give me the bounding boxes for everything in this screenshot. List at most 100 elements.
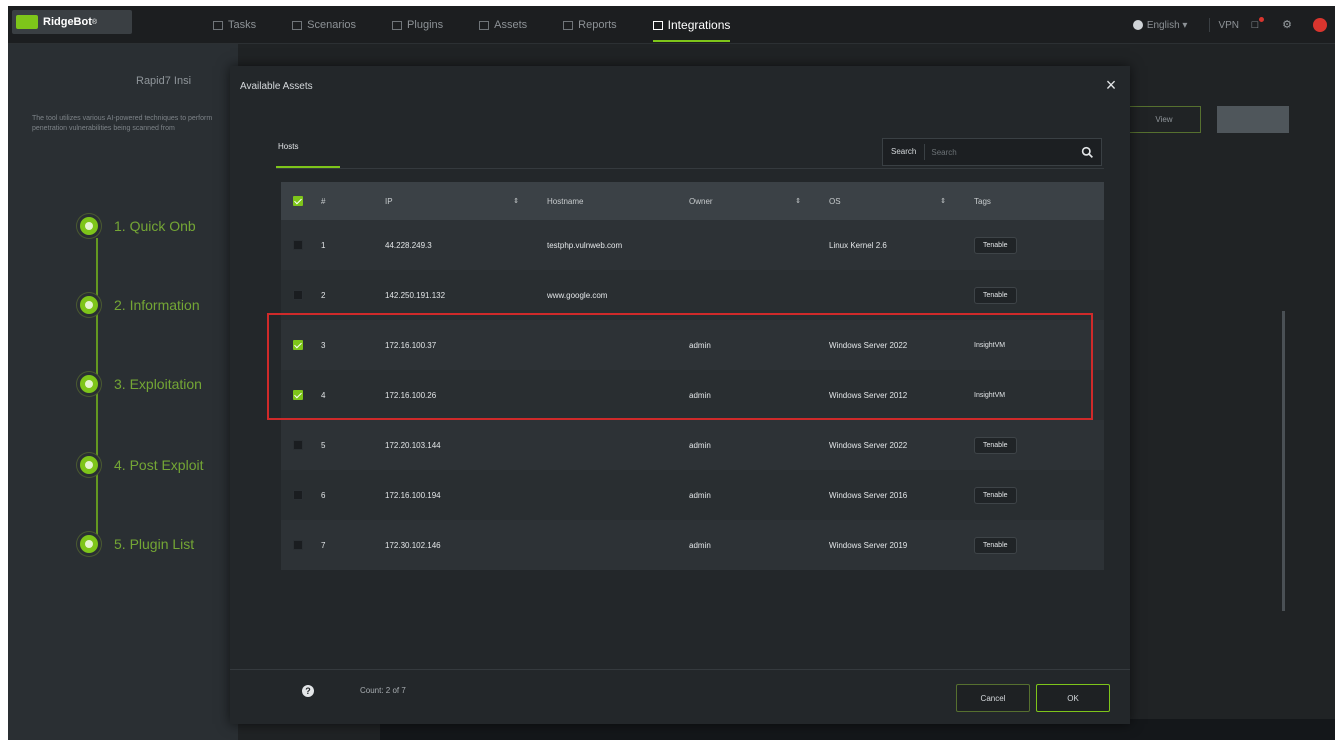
column-header-tags: Tags bbox=[974, 196, 991, 206]
logo-registered-mark: ® bbox=[91, 18, 98, 26]
row-os: Linux Kernel 2.6 bbox=[829, 240, 887, 250]
step-information[interactable]: 2. Information bbox=[80, 296, 240, 314]
scrollbar[interactable] bbox=[1282, 311, 1285, 611]
column-header-ip[interactable]: IP ⇕ bbox=[385, 197, 547, 206]
row-os: Windows Server 2012 bbox=[829, 390, 908, 400]
row-num: 6 bbox=[321, 490, 326, 500]
box-icon bbox=[479, 20, 490, 30]
sort-icon[interactable]: ⇕ bbox=[940, 197, 946, 205]
column-header-owner[interactable]: Owner ⇕ bbox=[689, 197, 829, 206]
table-row[interactable]: 4 172.16.100.26 admin Windows Server 201… bbox=[281, 370, 1104, 420]
table-row[interactable]: 6 172.16.100.194 admin Windows Server 20… bbox=[281, 470, 1104, 520]
close-icon[interactable]: × bbox=[1102, 76, 1120, 94]
plug-icon bbox=[392, 20, 403, 30]
tab-divider bbox=[276, 168, 1104, 169]
row-checkbox[interactable] bbox=[293, 240, 303, 250]
table-row[interactable]: 1 44.228.249.3 testphp.vulnweb.com Linux… bbox=[281, 220, 1104, 270]
row-ip: 142.250.191.132 bbox=[385, 290, 446, 300]
step-quick-onboarding[interactable]: 1. Quick Onb bbox=[80, 217, 240, 235]
available-assets-dialog: Available Assets × Hosts Search # IP ⇕ Ho… bbox=[230, 66, 1130, 724]
ridgebot-logo[interactable]: RidgeBot ® bbox=[12, 10, 132, 34]
row-tags: Tenable bbox=[974, 536, 1104, 554]
row-tags: InsightVM bbox=[974, 338, 1104, 353]
tag-badge: Tenable bbox=[974, 436, 1017, 454]
row-checkbox[interactable] bbox=[293, 490, 303, 500]
nav-tasks-label: Tasks bbox=[228, 19, 257, 31]
avatar[interactable] bbox=[1313, 18, 1327, 32]
bell-icon[interactable]: □ bbox=[1249, 17, 1264, 31]
column-header-os-label: OS bbox=[829, 196, 841, 206]
row-checkbox[interactable] bbox=[293, 390, 303, 400]
divider bbox=[1209, 18, 1211, 32]
row-tags: InsightVM bbox=[974, 388, 1104, 403]
language-selector[interactable]: English ▾ bbox=[1132, 20, 1187, 31]
integrations-icon bbox=[652, 20, 663, 30]
sort-icon[interactable]: ⇕ bbox=[795, 197, 801, 205]
step-exploitation[interactable]: 3. Exploitation bbox=[80, 375, 240, 393]
ok-button[interactable]: OK bbox=[1036, 684, 1110, 712]
search-icon[interactable] bbox=[1077, 142, 1097, 162]
table-row[interactable]: 2 142.250.191.132 www.google.com Tenable bbox=[281, 270, 1104, 320]
step-plugin-list[interactable]: 5. Plugin List bbox=[80, 535, 240, 553]
row-num: 1 bbox=[321, 240, 326, 250]
nav-integrations-label: Integrations bbox=[667, 18, 731, 32]
nav-tasks[interactable]: Tasks bbox=[213, 6, 256, 44]
row-select-cell bbox=[281, 290, 321, 300]
grid-icon bbox=[292, 20, 303, 30]
tag-badge: Tenable bbox=[974, 536, 1017, 554]
step-post-exploitation[interactable]: 4. Post Exploit bbox=[80, 456, 240, 474]
step-label: 5. Plugin List bbox=[114, 536, 195, 552]
table-row[interactable]: 3 172.16.100.37 admin Windows Server 202… bbox=[281, 320, 1104, 370]
row-select-cell bbox=[281, 390, 321, 400]
row-checkbox[interactable] bbox=[293, 290, 303, 300]
nav-plugins[interactable]: Plugins bbox=[392, 6, 443, 44]
row-ip: 172.30.102.146 bbox=[385, 540, 441, 550]
column-header-hostname: Hostname bbox=[547, 196, 584, 206]
sort-icon[interactable]: ⇕ bbox=[513, 197, 519, 205]
row-checkbox[interactable] bbox=[293, 540, 303, 550]
row-checkbox[interactable] bbox=[293, 340, 303, 350]
row-select-cell bbox=[281, 340, 321, 350]
nav-assets-label: Assets bbox=[494, 19, 528, 31]
integration-description: The tool utilizes various AI-powered tec… bbox=[32, 115, 213, 132]
search-box: Search bbox=[882, 138, 1102, 166]
top-right-controls: English ▾ VPN □ ⚙ bbox=[1132, 6, 1327, 44]
nav-assets[interactable]: Assets bbox=[479, 6, 527, 44]
row-tags: Tenable bbox=[974, 286, 1104, 304]
column-header-os[interactable]: OS ⇕ bbox=[829, 197, 974, 206]
view-button[interactable]: View bbox=[1127, 106, 1201, 133]
nav-scenarios[interactable]: Scenarios bbox=[292, 6, 356, 44]
save-button[interactable] bbox=[1217, 106, 1289, 133]
nav-plugins-label: Plugins bbox=[407, 19, 444, 31]
nav-integrations[interactable]: Integrations bbox=[652, 6, 731, 44]
table-row[interactable]: 7 172.30.102.146 admin Windows Server 20… bbox=[281, 520, 1104, 570]
table-header: # IP ⇕ Hostname Owner ⇕ OS ⇕ Tags bbox=[281, 182, 1104, 220]
cancel-button[interactable]: Cancel bbox=[956, 684, 1030, 712]
row-select-cell bbox=[281, 540, 321, 550]
nav-reports[interactable]: Reports bbox=[563, 6, 617, 44]
selection-count: Count: 2 of 7 bbox=[360, 686, 406, 695]
steps-connector bbox=[96, 238, 98, 550]
row-os: Windows Server 2022 bbox=[829, 340, 908, 350]
row-ip: 172.20.103.144 bbox=[385, 440, 441, 450]
tab-hosts[interactable]: Hosts bbox=[278, 142, 298, 151]
row-tags: Tenable bbox=[974, 486, 1104, 504]
tag-badge: Tenable bbox=[974, 286, 1017, 304]
list-icon bbox=[213, 20, 223, 30]
table-row[interactable]: 5 172.20.103.144 admin Windows Server 20… bbox=[281, 420, 1104, 470]
row-hostname: www.google.com bbox=[547, 290, 608, 300]
row-hostname: testphp.vulnweb.com bbox=[547, 240, 623, 250]
search-input[interactable] bbox=[925, 139, 1077, 165]
footer-divider bbox=[230, 669, 1130, 670]
row-os: Windows Server 2016 bbox=[829, 490, 908, 500]
row-owner: admin bbox=[689, 440, 711, 450]
row-num: 2 bbox=[321, 290, 326, 300]
row-owner: admin bbox=[689, 390, 711, 400]
gear-icon[interactable]: ⚙ bbox=[1281, 19, 1293, 31]
vpn-link[interactable]: VPN bbox=[1218, 20, 1239, 31]
step-5-icon bbox=[80, 535, 98, 553]
select-all-checkbox[interactable] bbox=[293, 196, 303, 206]
row-checkbox[interactable] bbox=[293, 440, 303, 450]
help-icon[interactable]: ? bbox=[302, 685, 314, 697]
row-ip: 44.228.249.3 bbox=[385, 240, 432, 250]
